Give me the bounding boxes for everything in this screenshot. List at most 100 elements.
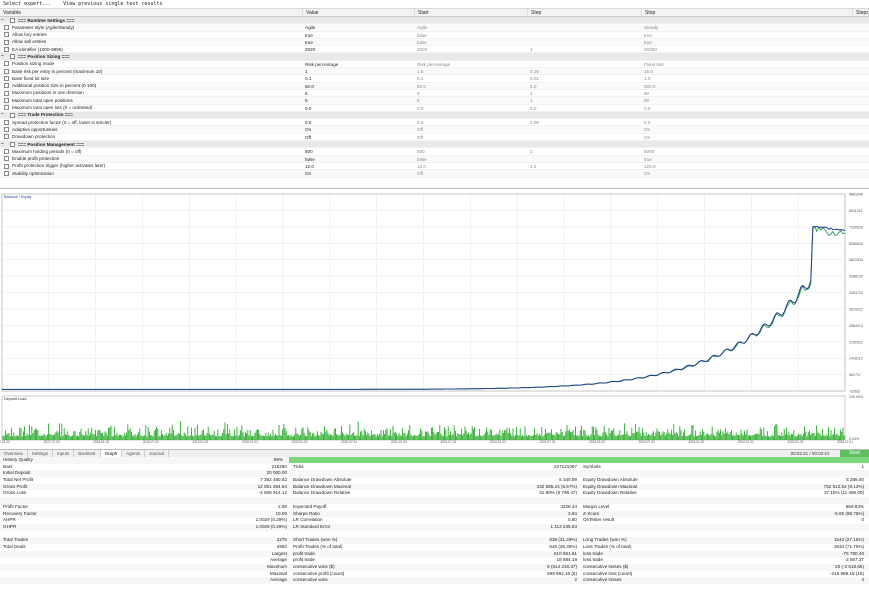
collapse-icon[interactable]: − [1, 112, 6, 118]
tab-overview[interactable]: Overview [0, 450, 28, 457]
param-row[interactable]: Position sizing mode Risk percentage Risk … [0, 61, 869, 69]
param-step[interactable]: 0.05 [528, 119, 642, 125]
param-step[interactable] [528, 156, 642, 162]
param-row[interactable]: Base risk per entry in percent (maximum … [0, 68, 869, 76]
param-row[interactable]: Maximum total open lots (0 = unlimited) 0… [0, 105, 869, 112]
param-step[interactable]: 1.2 [528, 163, 642, 169]
col-steps[interactable]: Steps [853, 9, 869, 16]
param-stop[interactable] [642, 53, 853, 59]
param-row[interactable]: Enable profit protection false false true [0, 155, 869, 163]
param-value[interactable] [303, 141, 415, 147]
param-value[interactable]: 50.0 [303, 83, 415, 89]
param-step[interactable] [528, 53, 642, 59]
param-value[interactable] [303, 112, 415, 118]
param-start[interactable]: 5 [415, 90, 528, 96]
param-step[interactable]: 0.0 [528, 105, 642, 111]
param-checkbox[interactable] [4, 148, 9, 154]
col-value[interactable]: Value [303, 9, 415, 16]
tab-settings[interactable]: Settings [28, 450, 54, 457]
param-step[interactable]: 0.15 [528, 68, 642, 74]
param-row[interactable]: Spread protection factor (0 = off, lower… [0, 119, 869, 127]
tab-inputs[interactable]: Inputs [53, 450, 75, 457]
param-stop[interactable]: 0.0 [642, 105, 853, 111]
col-stop[interactable]: Stop [642, 9, 853, 16]
param-stop[interactable] [642, 17, 853, 23]
param-checkbox[interactable] [4, 46, 9, 52]
param-value[interactable]: 0.5 [303, 119, 415, 125]
param-checkbox[interactable] [4, 163, 9, 169]
param-group-row[interactable]: − === Position Sizing === [0, 53, 869, 61]
param-start[interactable] [415, 53, 528, 59]
param-stop[interactable]: 120.0 [642, 163, 853, 169]
param-checkbox[interactable] [4, 76, 9, 82]
col-step[interactable]: Step [528, 9, 642, 16]
param-step[interactable]: 5.0 [528, 83, 642, 89]
param-start[interactable]: 500 [415, 148, 528, 154]
param-step[interactable]: 1 [528, 46, 642, 52]
param-value[interactable] [303, 53, 415, 59]
param-step[interactable]: 0.01 [528, 75, 642, 81]
param-group-row[interactable]: − === Runtime Settings === [0, 17, 869, 25]
param-checkbox[interactable] [4, 39, 9, 45]
param-checkbox[interactable] [4, 32, 9, 38]
param-start[interactable]: Risk percentage [415, 61, 528, 67]
param-checkbox[interactable] [4, 24, 9, 30]
param-stop[interactable]: 50 [642, 97, 853, 103]
param-value[interactable]: Agile [303, 24, 415, 30]
param-value[interactable]: Off [303, 134, 415, 140]
param-value[interactable] [303, 17, 415, 23]
param-start[interactable]: Off [415, 126, 528, 132]
param-group-row[interactable]: − === Position Management === [0, 141, 869, 149]
col-start[interactable]: Start [415, 9, 528, 16]
param-value[interactable]: true [303, 32, 415, 38]
param-row[interactable]: Maximum holding periods (0 = off) 500 500 1… [0, 148, 869, 156]
param-checkbox[interactable] [10, 112, 15, 118]
tab-journal[interactable]: Journal [145, 450, 169, 457]
param-value[interactable]: 12.0 [303, 163, 415, 169]
param-stop[interactable]: true [642, 32, 853, 38]
param-row[interactable]: EA identifier (1000-9999) 2020 2020 1 20200 [0, 46, 869, 54]
param-step[interactable] [528, 61, 642, 67]
param-checkbox[interactable] [4, 90, 9, 96]
param-value[interactable]: 2020 [303, 46, 415, 52]
select-expert-dropdown[interactable]: Select expert... [3, 0, 51, 8]
param-step[interactable]: 1 [528, 148, 642, 154]
param-value[interactable]: 5 [303, 90, 415, 96]
param-checkbox[interactable] [4, 170, 9, 176]
param-start[interactable]: false [415, 156, 528, 162]
param-row[interactable]: Adaptive opportunities On Off On [0, 126, 869, 134]
param-value[interactable]: 500 [303, 148, 415, 154]
param-start[interactable] [415, 17, 528, 23]
param-start[interactable]: false [415, 32, 528, 38]
param-row[interactable]: Base fixed lot size 0.1 0.1 0.01 1.0 [0, 75, 869, 83]
param-start[interactable]: Off [415, 170, 528, 176]
param-step[interactable] [528, 126, 642, 132]
param-checkbox[interactable] [4, 61, 9, 67]
param-stop[interactable]: 5.0 [642, 119, 853, 125]
tab-agents[interactable]: Agents [122, 450, 146, 457]
param-start[interactable]: Agile [415, 24, 528, 30]
param-row[interactable]: Additional position size in percent (0-1… [0, 82, 869, 90]
param-stop[interactable]: 50 [642, 90, 853, 96]
param-start[interactable] [415, 112, 528, 118]
param-value[interactable]: Risk percentage [303, 61, 415, 67]
param-row[interactable]: Allow buy entries true false true [0, 32, 869, 39]
param-checkbox[interactable] [4, 119, 9, 125]
param-stop[interactable]: On [642, 126, 853, 132]
param-group-row[interactable]: − === Trade Protection === [0, 111, 869, 120]
start-button[interactable]: Start [840, 450, 869, 457]
param-step[interactable] [528, 170, 642, 176]
tab-backtest[interactable]: Backtest [74, 450, 101, 457]
param-row[interactable]: Stability optimization On Off On [0, 170, 869, 178]
param-row[interactable]: Drawdown protection Off Off On [0, 134, 869, 142]
param-stop[interactable]: On [642, 170, 853, 176]
param-start[interactable]: 0.1 [415, 75, 528, 81]
param-step[interactable]: 1 [528, 97, 642, 103]
view-previous-results-link[interactable]: View previous single test results [63, 0, 162, 8]
param-stop[interactable]: Steady [642, 24, 853, 30]
param-checkbox[interactable] [4, 127, 9, 133]
param-checkbox[interactable] [4, 97, 9, 103]
param-stop[interactable] [642, 141, 853, 147]
param-step[interactable] [528, 141, 642, 147]
param-stop[interactable]: true [642, 39, 853, 45]
